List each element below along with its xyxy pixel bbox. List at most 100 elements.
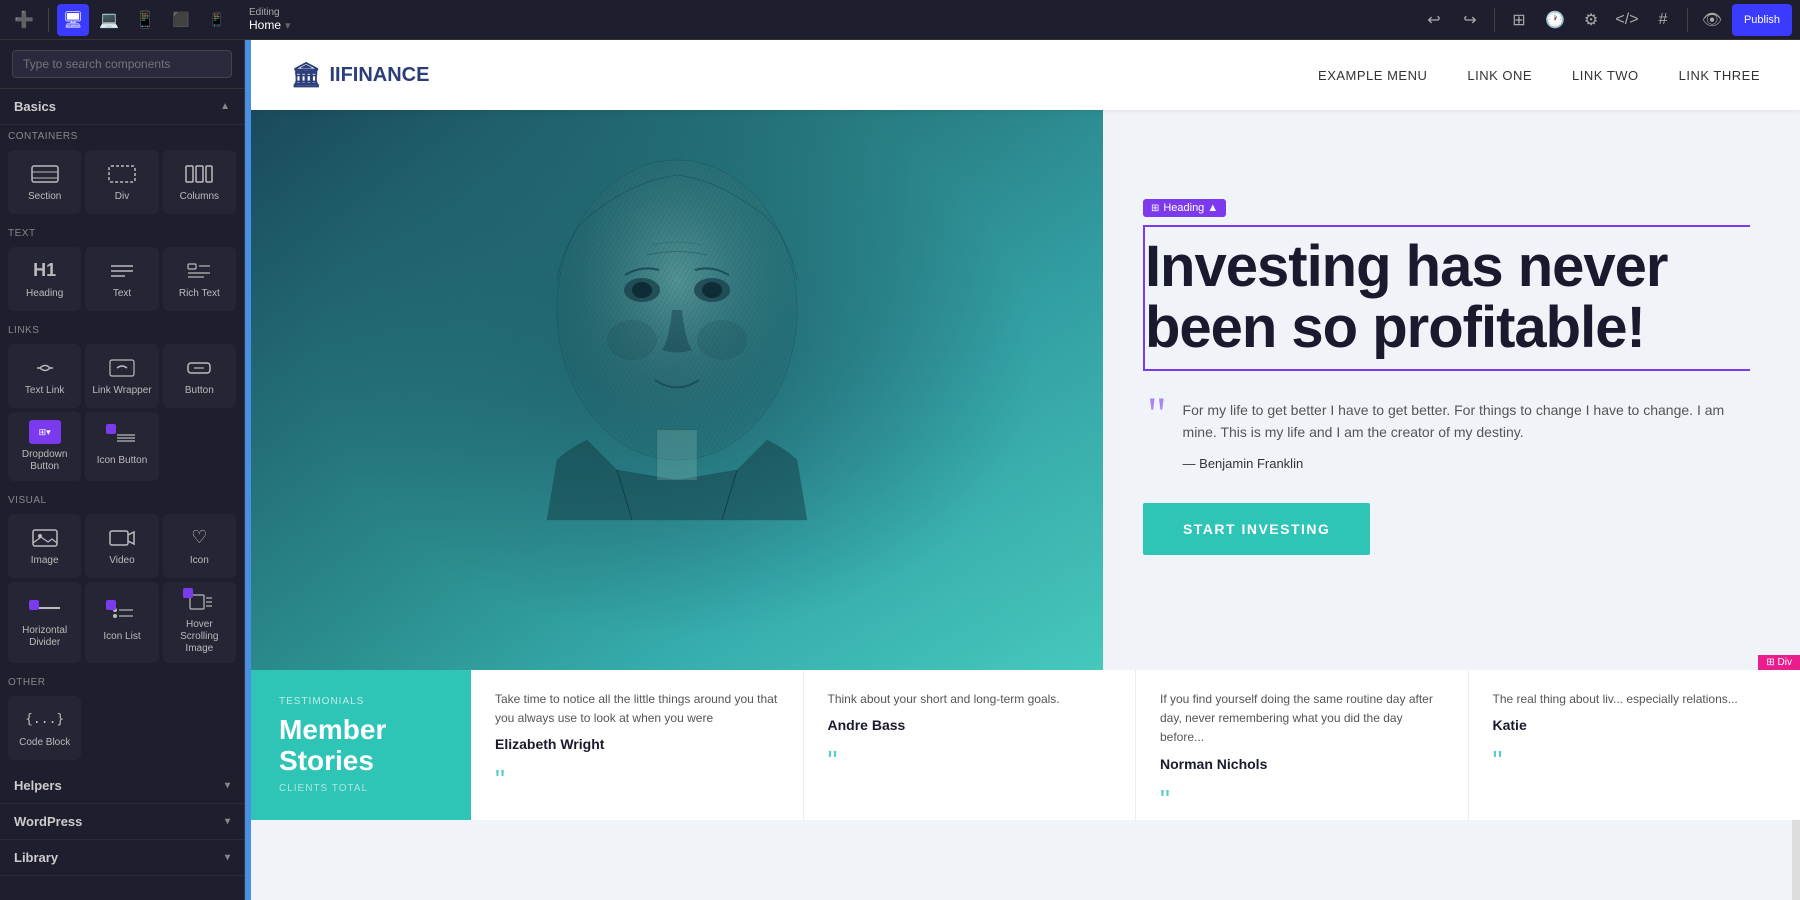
nav-link-three[interactable]: LINK THREE (1679, 68, 1760, 83)
library-section-header[interactable]: Library ▾ (0, 840, 244, 876)
h-divider-label: Horizontal Divider (12, 625, 77, 649)
toolbar-right: ↩ ↪ ⊞ 🕐 ⚙ </> # 👁 Publish (1418, 4, 1792, 36)
helpers-section-header[interactable]: Helpers ▾ (0, 768, 244, 804)
tablet-landscape-icon[interactable]: ⬛ (165, 4, 197, 36)
testi-card-3-quote-icon: " (1160, 784, 1444, 816)
hover-scroll-label: Hover Scrolling Image (167, 619, 232, 655)
website-preview: 🏛 IIFINANCE EXAMPLE MENU LINK ONE LINK T… (251, 40, 1800, 900)
quote-text: For my life to get better I have to get … (1183, 399, 1750, 444)
heading-content-box: Investing has never been so profitable! (1143, 225, 1750, 371)
component-text[interactable]: Text (85, 247, 158, 311)
visual-grid: Image Video ♡ Icon (0, 506, 244, 671)
tablet-view-icon[interactable]: 📱 (129, 4, 161, 36)
grid-icon[interactable]: ⊞ (1503, 4, 1535, 36)
settings-icon[interactable]: ⚙ (1575, 4, 1607, 36)
link-wrapper-label: Link Wrapper (92, 385, 151, 397)
franklin-face (487, 110, 867, 670)
basics-section-header[interactable]: Basics ▲ (0, 89, 244, 125)
button-icon (183, 356, 215, 380)
top-toolbar: ➕ 🖥 💻 📱 ⬛ 📱 Editing Home ▾ ↩ ↪ ⊞ 🕐 ⚙ </>… (0, 0, 1800, 40)
columns-label: Columns (180, 191, 219, 203)
basics-chevron: ▲ (220, 101, 230, 112)
component-hover-scroll[interactable]: Hover Scrolling Image (163, 582, 236, 663)
clock-icon[interactable]: 🕐 (1539, 4, 1571, 36)
code-block-icon: {...} (29, 708, 61, 732)
hash-icon[interactable]: # (1647, 4, 1679, 36)
icon-button-label: Icon Button (97, 455, 148, 467)
containers-label: Containers (0, 125, 244, 142)
heading-badge[interactable]: ⊞ Heading ▲ (1143, 199, 1226, 217)
testi-card-1-name: Elizabeth Wright (495, 736, 779, 752)
heading-label: Heading (26, 288, 63, 300)
testi-card-2-name: Andre Bass (828, 717, 1112, 733)
separator-3 (1687, 8, 1688, 32)
component-heading[interactable]: H1 Heading (8, 247, 81, 311)
component-rich-text[interactable]: Rich Text (163, 247, 236, 311)
search-input[interactable] (12, 50, 232, 78)
code-block-label: Code Block (19, 737, 70, 749)
dropdown-button-icon: ⊞▾ (29, 420, 61, 444)
site-logo: 🏛 IIFINANCE (291, 61, 429, 90)
component-section[interactable]: Section (8, 150, 81, 214)
publish-icon[interactable]: Publish (1732, 4, 1792, 36)
testi-card-3-name: Norman Nichols (1160, 756, 1444, 772)
nav-link-one[interactable]: LINK ONE (1467, 68, 1532, 83)
component-button[interactable]: Button (163, 344, 236, 408)
links-grid: Text Link Link Wrapper Butto (0, 336, 244, 489)
component-code-block[interactable]: {...} Code Block (8, 696, 81, 760)
component-icon-button[interactable]: Icon Button (85, 412, 158, 481)
icon-list-label: Icon List (103, 631, 140, 643)
mobile-view-icon[interactable]: 📱 (201, 4, 233, 36)
component-icon-list[interactable]: Icon List (85, 582, 158, 663)
editing-label: Editing Home ▾ (249, 7, 291, 32)
heading-selected-container: ⊞ Heading ▲ Investing has never been so … (1143, 225, 1750, 371)
component-video[interactable]: Video (85, 514, 158, 578)
wordpress-section-header[interactable]: WordPress ▾ (0, 804, 244, 840)
component-icon[interactable]: ♡ Icon (163, 514, 236, 578)
component-columns[interactable]: Columns (163, 150, 236, 214)
editing-page[interactable]: Home ▾ (249, 18, 291, 32)
hero-section: ⊞ Heading ▲ Investing has never been so … (251, 110, 1800, 670)
heading-icon: H1 (29, 259, 61, 283)
logo-icon: 🏛 (291, 61, 321, 90)
testi-card-1: Take time to notice all the little thing… (471, 670, 804, 820)
component-h-divider[interactable]: Horizontal Divider (8, 582, 81, 663)
undo-icon[interactable]: ↩ (1418, 4, 1450, 36)
button-label: Button (185, 385, 214, 397)
text-link-label: Text Link (25, 385, 64, 397)
desktop-view-icon[interactable]: 🖥 (57, 4, 89, 36)
section-icon (29, 162, 61, 186)
testi-card-4-name: Katie (1493, 717, 1777, 733)
basics-section: Basics ▲ Containers Section (0, 89, 244, 768)
testi-card-2-quote-icon: " (828, 745, 1112, 777)
basics-label: Basics (14, 99, 56, 114)
sidebar-scroll: Basics ▲ Containers Section (0, 89, 244, 900)
laptop-view-icon[interactable]: 💻 (93, 4, 125, 36)
component-image[interactable]: Image (8, 514, 81, 578)
preview-icon[interactable]: 👁 (1696, 4, 1728, 36)
add-icon[interactable]: ➕ (8, 4, 40, 36)
start-investing-button[interactable]: START INVESTING (1143, 503, 1370, 555)
links-label: Links (0, 319, 244, 336)
nav-link-example-menu[interactable]: EXAMPLE MENU (1318, 68, 1427, 83)
site-heading: Investing has never been so profitable! (1145, 237, 1750, 359)
component-dropdown-button[interactable]: ⊞▾ Dropdown Button (8, 412, 81, 481)
editing-text: Editing (249, 7, 291, 18)
icon-label: Icon (190, 555, 209, 567)
visual-label: Visual (0, 489, 244, 506)
helpers-chevron: ▾ (225, 780, 230, 791)
component-div[interactable]: Div (85, 150, 158, 214)
component-link-wrapper[interactable]: Link Wrapper (85, 344, 158, 408)
redo-icon[interactable]: ↪ (1454, 4, 1486, 36)
div-label: Div (115, 191, 129, 203)
logo-text: IIFINANCE (329, 64, 429, 87)
testi-card-4-quote-icon: " (1493, 745, 1777, 777)
component-text-link[interactable]: Text Link (8, 344, 81, 408)
testi-card-1-quote-icon: " (495, 764, 779, 796)
rich-text-label: Rich Text (179, 288, 220, 300)
nav-link-two[interactable]: LINK TWO (1572, 68, 1639, 83)
text-label: Text (0, 222, 244, 239)
code-icon[interactable]: </> (1611, 4, 1643, 36)
columns-icon (183, 162, 215, 186)
div-badge[interactable]: ⊞ Div (1758, 655, 1800, 670)
